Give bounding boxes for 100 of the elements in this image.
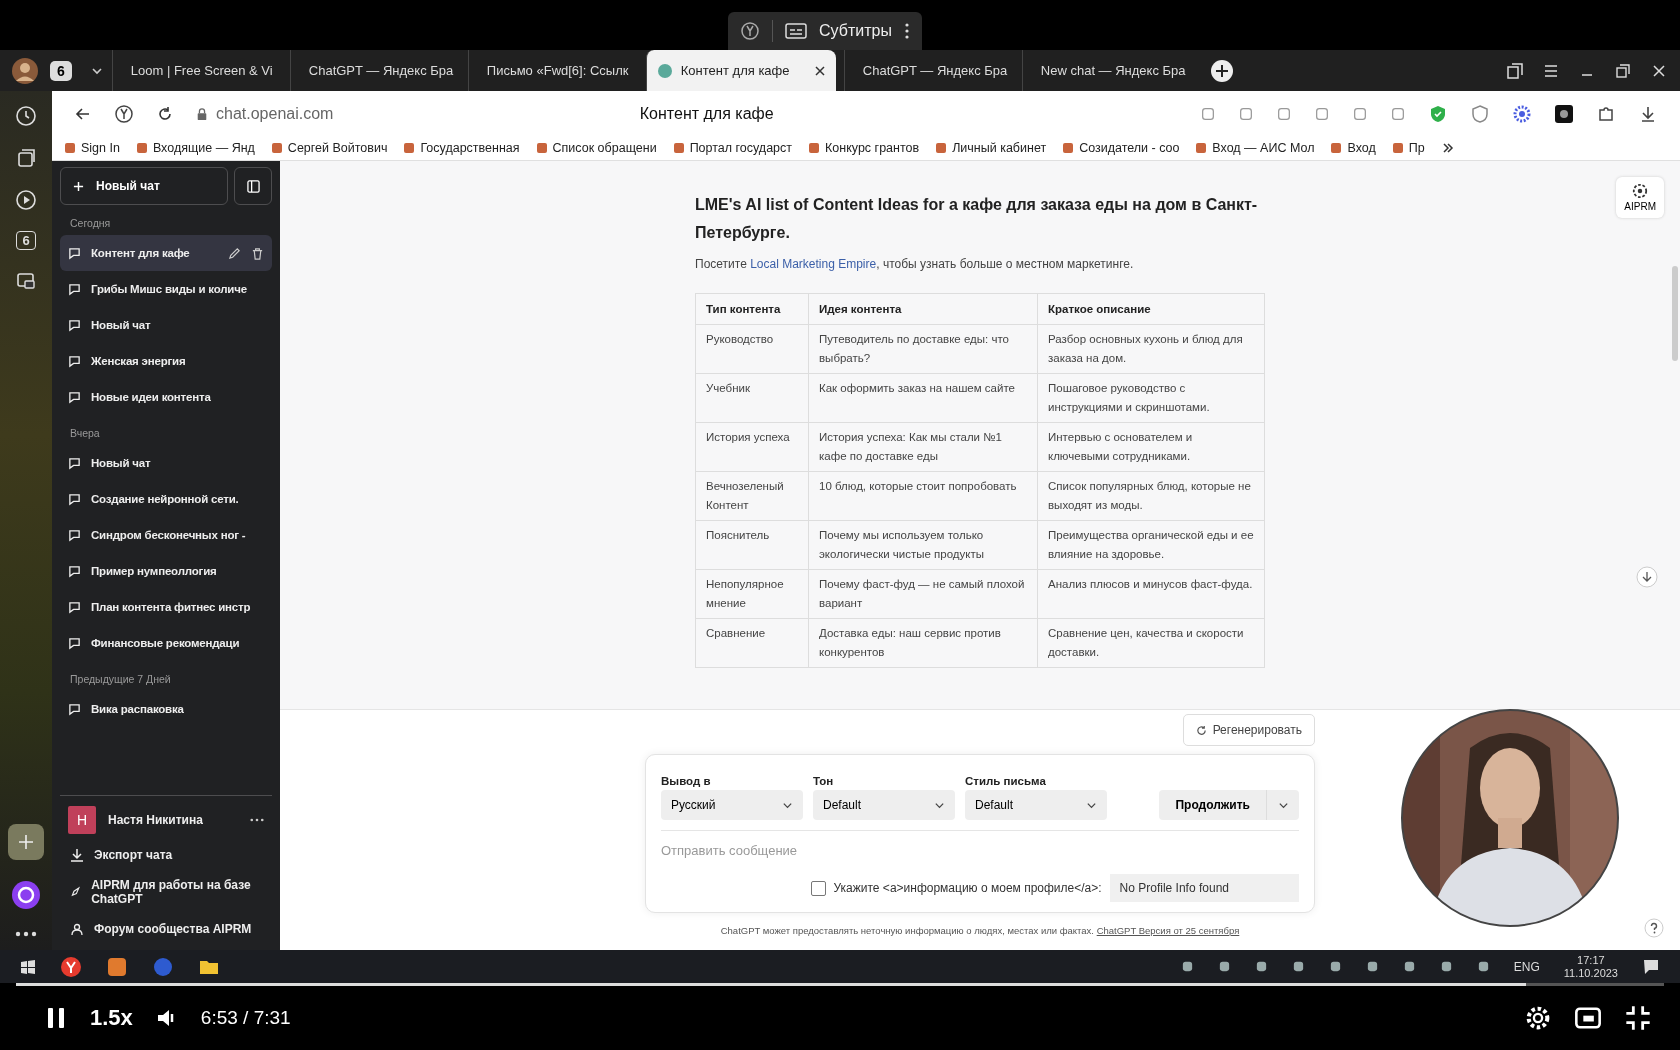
tabs-icon[interactable] [1506, 61, 1524, 80]
add-panel-button[interactable] [8, 824, 44, 860]
chat-item[interactable]: Синдром бесконечных ног - [60, 517, 272, 553]
toolbar-icon[interactable] [1200, 105, 1216, 122]
tray-icon[interactable] [1365, 960, 1379, 973]
trash-icon[interactable] [251, 246, 264, 260]
dropdown[interactable]: Default [813, 790, 955, 820]
tab-count-badge[interactable]: 6 [50, 60, 72, 81]
profile-field[interactable]: No Profile Info found [1109, 874, 1299, 902]
subtitles-label[interactable]: Субтитры [819, 22, 892, 40]
bookmark[interactable]: Портал государст [672, 141, 793, 155]
bookmark[interactable]: Государственная [403, 141, 520, 155]
browser-logo-icon[interactable] [740, 21, 761, 41]
shield-icon[interactable] [1470, 103, 1490, 124]
chat-item[interactable]: Грибы Мишс виды и количе [60, 271, 272, 307]
new-tab-icon[interactable] [1209, 58, 1234, 83]
chat-item[interactable]: Создание нейронной сети. [60, 481, 272, 517]
sidebar-toggle-button[interactable] [234, 167, 272, 205]
bookmark[interactable]: Пр [1391, 141, 1425, 155]
extension-icon[interactable] [1554, 103, 1574, 124]
chat-item[interactable]: Вика распаковка [60, 691, 272, 727]
toolbar-icon[interactable] [1238, 105, 1254, 122]
toolbar-icon[interactable] [1390, 105, 1406, 122]
tray-icon[interactable] [1328, 960, 1342, 973]
tray-icon[interactable] [1180, 960, 1194, 973]
assistant-icon[interactable] [11, 880, 41, 910]
bookmark[interactable]: Сергей Войтович [270, 141, 388, 155]
version-link[interactable]: ChatGPT Версия от 25 сентября [1096, 925, 1240, 936]
more-icon[interactable] [250, 818, 264, 822]
regenerate-button[interactable]: Регенерировать [1182, 714, 1315, 746]
sidebar-link[interactable]: Форум сообщества AIPRM [60, 914, 272, 944]
sidebar-link[interactable]: AIPRM для работы на базе ChatGPT [60, 870, 272, 914]
gear-icon[interactable] [1512, 103, 1532, 124]
favicon-icon [1195, 142, 1208, 154]
chat-item[interactable]: Женская энергия [60, 343, 272, 379]
tray-icon[interactable] [1439, 960, 1453, 973]
chat-bubble-icon [68, 564, 81, 578]
close-icon[interactable] [813, 64, 826, 77]
app-icon[interactable] [106, 955, 128, 978]
browser-logo-icon[interactable] [114, 103, 134, 124]
bookmark[interactable]: Созидатели - coo [1062, 141, 1180, 155]
user-row[interactable]: Н Настя Никитина [60, 800, 272, 840]
help-icon[interactable] [1644, 918, 1664, 938]
chat-item[interactable]: Финансовые рекомендаци [60, 625, 272, 661]
more-icon[interactable] [14, 930, 38, 938]
bookmark[interactable]: Вход [1330, 141, 1376, 155]
profile-avatar-icon[interactable] [12, 57, 38, 84]
toolbar-icon[interactable] [1314, 105, 1330, 122]
tray-icon[interactable] [1217, 960, 1231, 973]
bookmark[interactable]: Список обращени [535, 141, 657, 155]
exit-fullscreen-icon[interactable] [1624, 1004, 1652, 1032]
miniplayer-icon[interactable] [1574, 1004, 1602, 1032]
collections-icon[interactable] [15, 147, 37, 169]
toolbar-icon[interactable] [1276, 105, 1292, 122]
new-chat-button[interactable]: Новый чат [60, 167, 228, 205]
select-label: Стиль письма [965, 775, 1047, 787]
settings-icon[interactable] [1524, 1004, 1552, 1032]
bookmark[interactable]: Вход — АИС Мол [1195, 141, 1315, 155]
chat-item[interactable]: Контент для кафе [60, 235, 272, 271]
chat-item[interactable]: План контента фитнес инстр [60, 589, 272, 625]
more-bookmarks-icon[interactable] [1440, 141, 1455, 155]
aiprm-button[interactable]: AIPRM [1616, 177, 1664, 218]
browser-tab[interactable]: Контент для кафе [645, 50, 836, 91]
sidebar-badge[interactable]: 6 [16, 231, 36, 250]
message-composer[interactable]: Вывод в Русский Тон Default Стиль письма Default Продолжить Отправить сообщение Укажите <a>информацию о моем профиле</a>: No Profile Info found [645, 754, 1315, 913]
message-field[interactable]: Отправить сообщение [661, 831, 1299, 870]
bookmark[interactable]: Sign In [64, 141, 120, 155]
screenshot-icon[interactable] [15, 270, 37, 292]
pencil-icon[interactable] [228, 246, 241, 260]
play-icon[interactable] [15, 189, 37, 211]
dropdown[interactable]: Default [965, 790, 1107, 820]
language-indicator[interactable]: ENG [1513, 959, 1540, 974]
restore-icon[interactable] [1614, 61, 1632, 80]
sidebar-link[interactable]: Экспорт чата [60, 840, 272, 870]
browser-app-icon[interactable] [60, 955, 82, 978]
reload-icon[interactable] [156, 104, 174, 123]
toolbar-icon[interactable] [1352, 105, 1368, 122]
dropdown[interactable]: Русский [661, 790, 803, 820]
shield-icon[interactable] [1428, 103, 1448, 124]
tray-icon[interactable] [1254, 960, 1268, 973]
bookmark[interactable]: Личный кабинет [935, 141, 1047, 155]
video-progress-bar[interactable] [16, 983, 1664, 986]
checkbox[interactable] [810, 880, 826, 896]
tray-icon[interactable] [1476, 960, 1490, 973]
address-field[interactable]: chat.openai.com [216, 104, 334, 123]
history-icon[interactable] [15, 105, 37, 127]
tray-icon[interactable] [1291, 960, 1305, 973]
scroll-down-icon[interactable] [1636, 566, 1658, 588]
tray-icon[interactable] [1402, 960, 1416, 973]
chat-item[interactable]: Новый чат [60, 445, 272, 481]
playback-speed[interactable]: 1.5x [90, 1005, 133, 1031]
chat-item[interactable]: Пример нумпеоллогия [60, 553, 272, 589]
app-icon[interactable] [152, 955, 174, 978]
windows-logo-icon[interactable] [20, 958, 36, 975]
bookmark[interactable]: Входящие — Янд [135, 141, 255, 155]
bookmark[interactable]: Конкурс грантов [808, 141, 920, 155]
chat-item[interactable]: Новые идеи контента [60, 379, 272, 415]
chat-item[interactable]: Новый чат [60, 307, 272, 343]
notification-icon[interactable] [1642, 957, 1660, 976]
more-icon[interactable] [903, 22, 910, 40]
